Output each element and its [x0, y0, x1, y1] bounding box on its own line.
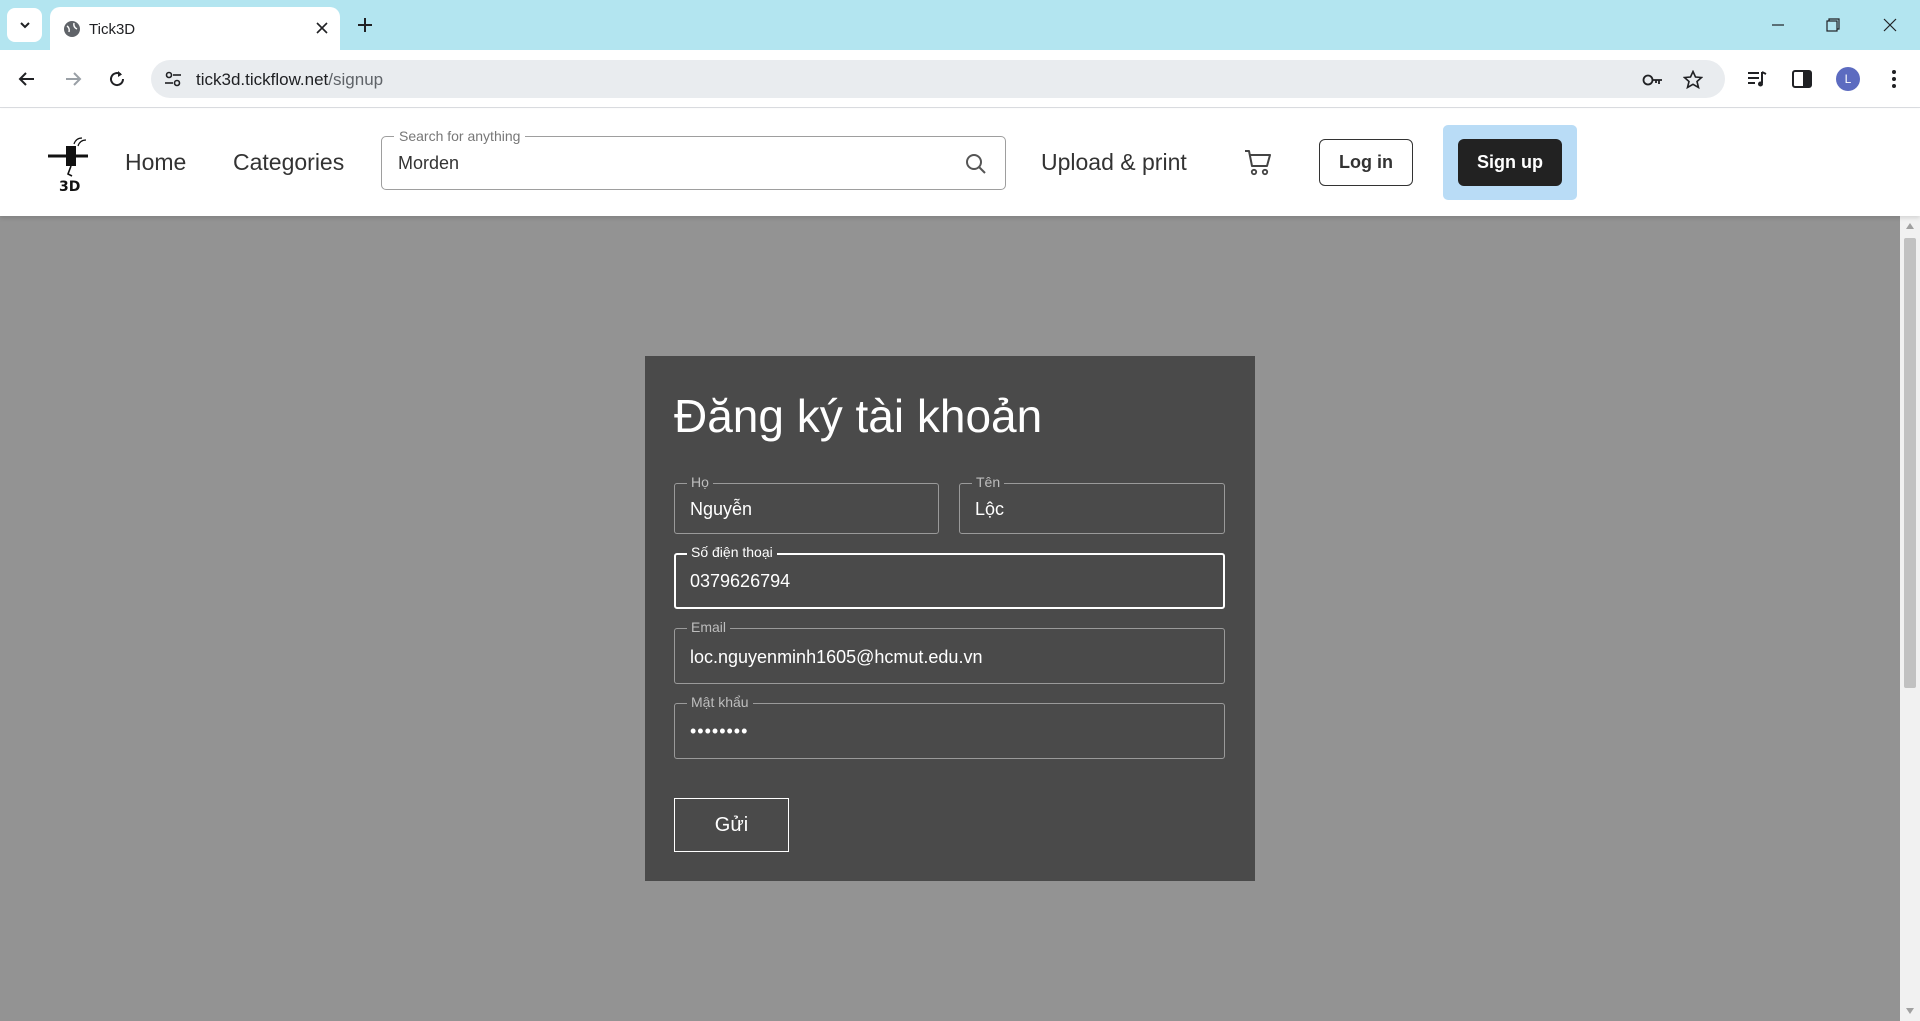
globe-icon: [64, 21, 80, 37]
nav-home[interactable]: Home: [125, 149, 186, 176]
browser-tabstrip: Tick3D: [0, 0, 1920, 50]
first-name-field[interactable]: Tên Lộc: [959, 474, 1225, 534]
login-button[interactable]: Log in: [1319, 139, 1413, 186]
email-input[interactable]: loc.nguyenminh1605@hcmut.edu.vn: [690, 647, 982, 668]
profile-avatar[interactable]: L: [1836, 67, 1860, 91]
reload-button[interactable]: [104, 66, 130, 92]
email-label: Email: [687, 619, 731, 635]
phone-field[interactable]: Số điện thoại 0379626794: [674, 544, 1225, 609]
browser-tab[interactable]: Tick3D: [50, 7, 340, 50]
site-header: 3D Home Categories Search for anything M…: [0, 109, 1920, 216]
more-menu-icon[interactable]: [1882, 67, 1906, 91]
nav-upload-print[interactable]: Upload & print: [1041, 149, 1187, 176]
tab-close-button[interactable]: [312, 18, 332, 38]
email-field[interactable]: Email loc.nguyenminh1605@hcmut.edu.vn: [674, 619, 1225, 684]
nav-categories[interactable]: Categories: [233, 149, 344, 176]
bookmark-star-icon[interactable]: [1682, 69, 1704, 91]
search-icon[interactable]: [964, 152, 988, 176]
tab-search-button[interactable]: [7, 8, 42, 42]
reload-icon: [110, 71, 125, 87]
forward-button[interactable]: [60, 66, 86, 92]
close-icon: [1883, 18, 1897, 32]
new-tab-button[interactable]: [353, 13, 377, 37]
password-input[interactable]: ••••••••: [690, 721, 748, 742]
submit-button[interactable]: Gửi: [674, 798, 789, 852]
svg-text:3D: 3D: [59, 179, 80, 192]
first-name-input[interactable]: Lộc: [975, 499, 1004, 520]
close-window-button[interactable]: [1877, 12, 1903, 38]
search-input[interactable]: Morden: [398, 153, 459, 174]
last-name-field[interactable]: Họ Nguyễn: [674, 474, 939, 534]
scroll-down-icon[interactable]: [1905, 1007, 1915, 1015]
search-field[interactable]: Search for anything Morden: [381, 128, 1006, 190]
signup-highlight: Sign up: [1443, 125, 1577, 200]
chevron-down-icon: [19, 22, 30, 29]
scroll-up-icon[interactable]: [1905, 222, 1915, 230]
restore-button[interactable]: [1820, 12, 1846, 38]
url-text: tick3d.tickflow.net/signup: [196, 70, 384, 89]
side-panel-icon[interactable]: [1790, 67, 1814, 91]
page-background: Đăng ký tài khoản Họ Nguyễn Tên Lộc Số đ…: [0, 216, 1900, 1021]
arrow-left-icon: [18, 72, 34, 86]
password-label: Mật khẩu: [687, 694, 753, 710]
page-scrollbar[interactable]: [1900, 216, 1920, 1021]
media-control-icon[interactable]: [1745, 67, 1769, 91]
plus-icon: [358, 18, 372, 32]
signup-title: Đăng ký tài khoản: [674, 390, 1043, 442]
password-key-icon[interactable]: [1642, 69, 1664, 91]
restore-icon: [1826, 18, 1840, 32]
phone-input[interactable]: 0379626794: [690, 571, 790, 592]
tick3d-logo[interactable]: 3D: [44, 136, 96, 192]
address-bar[interactable]: tick3d.tickflow.net/signup: [151, 60, 1725, 98]
password-field[interactable]: Mật khẩu ••••••••: [674, 694, 1225, 759]
minimize-icon: [1772, 24, 1784, 26]
last-name-input[interactable]: Nguyễn: [690, 499, 752, 520]
last-name-label: Họ: [687, 474, 713, 490]
arrow-right-icon: [66, 72, 82, 86]
search-label: Search for anything: [394, 128, 526, 144]
site-settings-icon[interactable]: [163, 69, 183, 89]
minimize-button[interactable]: [1765, 12, 1791, 38]
signup-card: Đăng ký tài khoản Họ Nguyễn Tên Lộc Số đ…: [645, 356, 1255, 881]
back-button[interactable]: [14, 66, 40, 92]
cart-icon[interactable]: [1243, 147, 1273, 177]
scroll-thumb[interactable]: [1904, 238, 1916, 688]
phone-label: Số điện thoại: [687, 544, 777, 560]
tab-title: Tick3D: [89, 21, 136, 38]
signup-button[interactable]: Sign up: [1458, 139, 1562, 186]
browser-toolbar: tick3d.tickflow.net/signup L: [0, 50, 1920, 108]
first-name-label: Tên: [972, 474, 1005, 490]
close-icon: [316, 22, 328, 34]
